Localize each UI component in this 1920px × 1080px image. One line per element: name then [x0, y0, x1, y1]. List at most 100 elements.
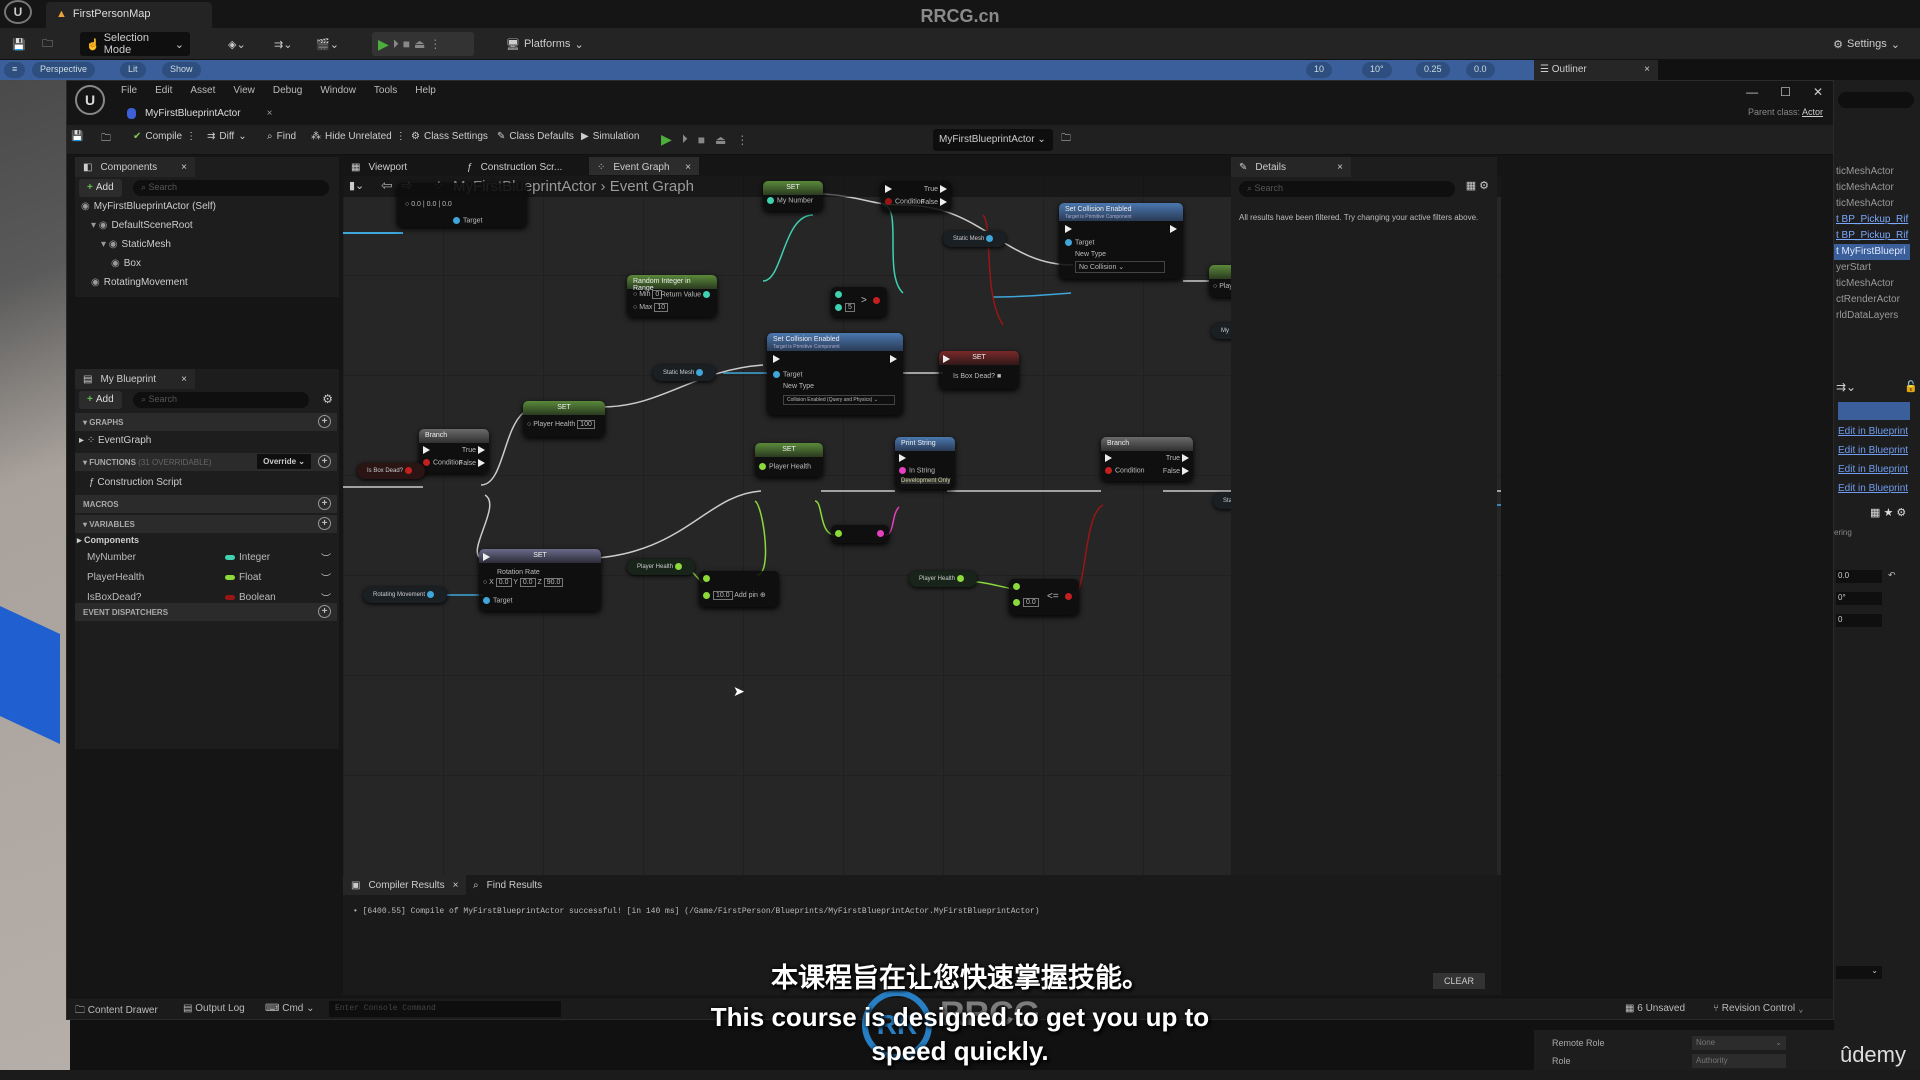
new-type-dropdown[interactable]: Collision Enabled (Query and Physics) ⌄ — [783, 395, 895, 405]
details-tab[interactable]: ✎ Details × — [1231, 157, 1351, 177]
exec-out-pin[interactable] — [1170, 225, 1177, 233]
exec-in-pin[interactable] — [1105, 454, 1112, 462]
more-icon[interactable]: ⋮ — [429, 37, 441, 51]
input-b-pin[interactable]: 5 — [835, 303, 855, 313]
set-player-health-node-2[interactable]: SET Player Health — [755, 443, 823, 477]
play-icon[interactable]: ▶ — [661, 131, 672, 148]
true-pin[interactable]: True — [1166, 454, 1189, 462]
tab-viewport[interactable]: ▦ Viewport — [343, 157, 453, 177]
rotating-movement-variable[interactable]: Rotating Movement — [363, 587, 447, 603]
add-dispatcher-icon[interactable]: + — [318, 605, 331, 618]
component-tree-item[interactable]: ◉ Box — [111, 258, 141, 269]
set-rotation-node-top[interactable]: ○ 0.0 | 0.0 | 0.0 Target — [397, 183, 527, 227]
maximize-icon[interactable]: ☐ — [1780, 85, 1791, 99]
compiler-results-tab[interactable]: ▣ Compiler Results × — [343, 875, 467, 895]
menu-edit[interactable]: Edit — [155, 85, 172, 96]
variable-row[interactable]: MyNumber Integer ︶ — [75, 549, 337, 567]
lock-icon[interactable]: 🔓 — [1904, 380, 1918, 393]
add-macro-icon[interactable]: + — [318, 497, 331, 510]
menu-debug[interactable]: Debug — [273, 85, 302, 96]
component-tree-item[interactable]: ▾ ◉ StaticMesh — [101, 239, 171, 250]
exec-in-pin[interactable] — [423, 446, 430, 454]
cinematics-button[interactable]: 🎬⌄ — [310, 32, 345, 56]
my-number-pin[interactable]: My Number — [767, 197, 813, 204]
reset-icon[interactable]: ↶ — [1888, 570, 1896, 581]
less-equal-node[interactable]: 0.0 <= — [1009, 579, 1079, 615]
diff-button[interactable]: ⇉ Diff ⌄ — [207, 131, 247, 142]
breadcrumb-leaf[interactable]: Event Graph — [610, 178, 694, 195]
stop-icon[interactable]: ■ — [403, 37, 410, 51]
details-field-y[interactable]: 0° — [1836, 592, 1882, 605]
back-arrow-icon[interactable]: ⇦ — [381, 177, 393, 194]
static-mesh-variable[interactable]: Static Mesh — [943, 231, 1007, 247]
exec-out-pin[interactable] — [890, 355, 897, 363]
random-integer-node[interactable]: Random Integer in Range ○ Min 0 ○ Max 10… — [627, 275, 717, 317]
find-button[interactable]: ⌕ Find — [267, 131, 296, 142]
more-icon[interactable]: ⋮ — [736, 133, 748, 147]
target-pin[interactable]: Target — [453, 217, 482, 224]
close-icon[interactable]: × — [1337, 162, 1343, 173]
edit-in-blueprint-link[interactable]: Edit in Blueprint — [1834, 479, 1914, 498]
eject-icon[interactable]: ⏏ — [414, 37, 425, 51]
components-variable-group[interactable]: ▸ Components — [77, 535, 139, 546]
outliner-row[interactable]: t BP_Pickup_Rif — [1834, 212, 1910, 228]
asset-tab[interactable]: MyFirstBlueprintActor × — [121, 103, 281, 123]
result-pin[interactable] — [1065, 593, 1075, 600]
debug-object-dropdown[interactable]: MyFirstBlueprintActor ⌄ — [933, 129, 1053, 151]
blueprints-button[interactable]: ⇉⌄ — [268, 32, 298, 56]
details-grid-icon[interactable]: ▦ ★ ⚙ — [1870, 506, 1906, 519]
edit-in-blueprint-link[interactable]: Edit in Blueprint — [1834, 441, 1914, 460]
platforms-dropdown[interactable]: 🖥 Platforms ⌄ — [500, 32, 590, 56]
parent-class-link[interactable]: Actor — [1802, 107, 1823, 117]
camera-speed-value[interactable]: 0.0 — [1466, 62, 1495, 78]
scale-snap-value[interactable]: 0.25 — [1416, 62, 1450, 78]
property-matrix-icon[interactable]: ▦ ⚙ — [1466, 179, 1489, 192]
save-icon[interactable]: 💾 — [6, 32, 32, 56]
true-pin[interactable]: True — [462, 446, 485, 454]
set-is-box-dead-node[interactable]: SET Is Box Dead? ■ — [939, 351, 1019, 389]
static-mesh-variable[interactable]: Static Mesh — [653, 365, 717, 381]
exec-in-pin[interactable] — [885, 185, 892, 193]
outliner-row[interactable]: t BP_Pickup_Rif — [1834, 228, 1910, 244]
outliner-row[interactable]: ticMeshActor — [1834, 276, 1910, 292]
exec-in-pin[interactable] — [773, 355, 780, 363]
more-icon[interactable]: ⋮ — [186, 131, 196, 142]
browse-icon[interactable]: 🗀 — [101, 131, 111, 148]
outliner-row[interactable]: yerStart — [1834, 260, 1910, 276]
outliner-row[interactable]: t MyFirstBluepri — [1834, 244, 1910, 260]
variable-type[interactable]: Integer — [239, 552, 270, 563]
max-pin[interactable]: ○ Max 10 — [633, 303, 669, 312]
event-graph-item[interactable]: ▸ ⁘ EventGraph — [79, 435, 151, 446]
step-icon[interactable]: ⏵ — [682, 132, 688, 147]
details-search-input[interactable]: ⌕ Search — [1239, 181, 1455, 197]
condition-pin[interactable]: Condition — [885, 198, 925, 205]
true-pin[interactable]: True — [924, 185, 947, 193]
details-filter-tab[interactable]: ering — [1834, 528, 1852, 537]
menu-file[interactable]: File — [121, 85, 137, 96]
components-tab[interactable]: ◧ Components × — [75, 157, 195, 177]
input-a-pin[interactable] — [1013, 583, 1023, 590]
close-icon[interactable]: × — [267, 108, 273, 119]
min-pin[interactable]: ○ Min 0 — [633, 290, 663, 299]
bookmark-icon[interactable]: ▮⌄ — [349, 179, 364, 192]
new-type-dropdown[interactable]: No Collision ⌄ — [1075, 261, 1165, 273]
show-button[interactable]: Show — [162, 62, 201, 78]
outliner-row[interactable]: ticMeshActor — [1834, 196, 1910, 212]
components-search-input[interactable]: ⌕ Search — [133, 180, 329, 196]
greater-than-node[interactable]: 5 > — [831, 287, 887, 317]
target-pin[interactable]: Target — [773, 371, 802, 378]
set-collision-node-1[interactable]: Set Collision Enabled Target is Primitive… — [767, 333, 903, 415]
result-pin[interactable] — [873, 297, 883, 304]
close-icon[interactable]: × — [685, 162, 691, 173]
false-pin[interactable]: False — [459, 459, 485, 467]
perspective-button[interactable]: Perspective — [32, 62, 96, 78]
outliner-row[interactable]: ticMeshActor — [1834, 180, 1910, 196]
hierarchy-icon[interactable]: ⇉⌄ — [1836, 380, 1856, 394]
details-field-z[interactable]: 0 — [1836, 614, 1882, 627]
more-icon[interactable]: ⋮ — [396, 131, 406, 142]
step-icon[interactable]: ⏵ — [393, 37, 399, 52]
close-icon[interactable]: × — [181, 162, 187, 173]
menu-tools[interactable]: Tools — [374, 85, 397, 96]
rotation-snap-value[interactable]: 10° — [1362, 62, 1392, 78]
set-collision-node-2[interactable]: Set Collision Enabled Target is Primitive… — [1059, 203, 1183, 279]
